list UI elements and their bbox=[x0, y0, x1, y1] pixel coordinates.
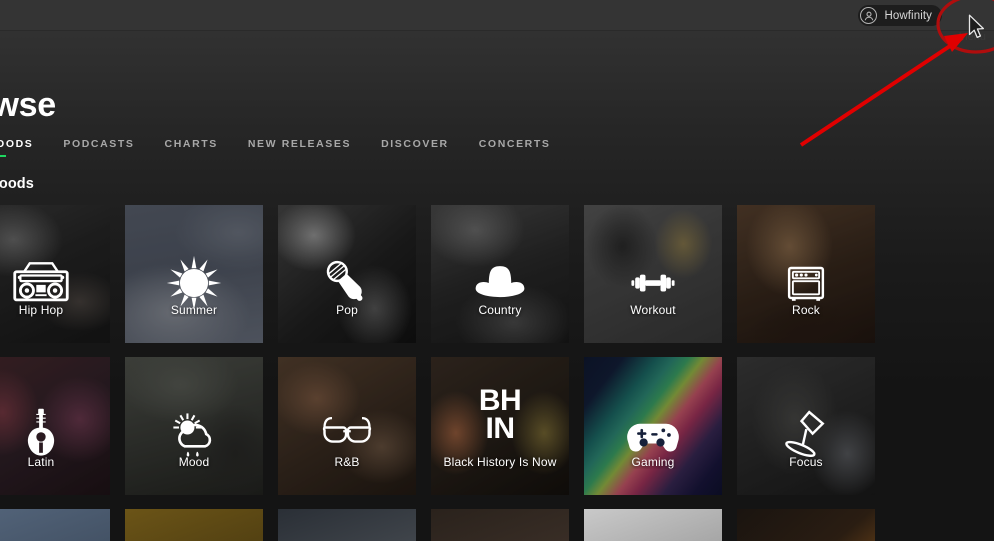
page-title: owse bbox=[0, 86, 56, 124]
nav-tab-moods[interactable]: & MOODS bbox=[0, 138, 51, 157]
genre-card-partial[interactable] bbox=[737, 509, 875, 541]
genre-card-partial[interactable] bbox=[125, 509, 263, 541]
genre-card-partial[interactable] bbox=[278, 509, 416, 541]
genre-card[interactable]: R&B bbox=[278, 357, 416, 495]
genre-card[interactable]: Country bbox=[431, 205, 569, 343]
user-name-label: Howfinity bbox=[884, 9, 932, 22]
mouse-cursor bbox=[968, 14, 986, 40]
genre-card[interactable]: Mood bbox=[125, 357, 263, 495]
browse-nav: & MOODS PODCASTS CHARTS NEW RELEASES DISCOVE… bbox=[0, 137, 580, 157]
genre-card[interactable]: BH IN Black History Is Now bbox=[431, 357, 569, 495]
genre-card-grid: Hip Hop Summer Pop Country Workout Rock Latin M… bbox=[0, 205, 875, 541]
nav-tab-new-releases[interactable]: NEW RELEASES bbox=[248, 138, 369, 157]
card-label: Workout bbox=[630, 303, 676, 317]
card-background-image bbox=[278, 509, 416, 541]
genre-card-partial[interactable] bbox=[0, 509, 110, 541]
genre-card-partial[interactable] bbox=[431, 509, 569, 541]
card-label: Summer bbox=[170, 303, 218, 317]
genre-card[interactable]: Workout bbox=[584, 205, 722, 343]
card-background-image bbox=[584, 509, 722, 541]
card-label: Rock bbox=[792, 303, 820, 317]
bhin-logo-line2: IN bbox=[485, 411, 516, 445]
nav-tab-charts[interactable]: CHARTS bbox=[165, 138, 236, 157]
genre-card[interactable]: Latin bbox=[0, 357, 110, 495]
card-label: Country bbox=[478, 303, 522, 317]
genre-card[interactable]: Hip Hop bbox=[0, 205, 110, 343]
card-label: Latin bbox=[27, 455, 55, 469]
genre-card[interactable]: Rock bbox=[737, 205, 875, 343]
user-circle-icon bbox=[860, 7, 878, 24]
card-background-image bbox=[0, 509, 110, 541]
card-label: Mood bbox=[178, 455, 210, 469]
genre-card-partial[interactable] bbox=[584, 509, 722, 541]
genre-card[interactable]: Gaming bbox=[584, 357, 722, 495]
window-topbar: Howfinity bbox=[0, 0, 994, 31]
browse-page: owse & MOODS PODCASTS CHARTS NEW RELEASES DI… bbox=[0, 0, 994, 541]
user-account-chip[interactable]: Howfinity bbox=[858, 5, 942, 26]
card-background-image bbox=[431, 509, 569, 541]
card-label: Pop bbox=[336, 303, 358, 317]
nav-tab-concerts[interactable]: CONCERTS bbox=[479, 138, 569, 157]
genre-card[interactable]: Summer bbox=[125, 205, 263, 343]
card-label: Gaming bbox=[631, 455, 675, 469]
app-window: owse & MOODS PODCASTS CHARTS NEW RELEASES DI… bbox=[0, 0, 994, 541]
genre-card[interactable]: Pop bbox=[278, 205, 416, 343]
genre-card[interactable]: Focus bbox=[737, 357, 875, 495]
card-background-image bbox=[125, 509, 263, 541]
bhin-logo-line1: BH bbox=[478, 384, 522, 417]
section-title: & Moods bbox=[0, 176, 34, 192]
card-label: Focus bbox=[789, 455, 823, 469]
card-label: R&B bbox=[334, 455, 360, 469]
nav-tab-podcasts[interactable]: PODCASTS bbox=[63, 138, 152, 157]
nav-tab-discover[interactable]: DISCOVER bbox=[381, 138, 467, 157]
card-label: Hip Hop bbox=[18, 303, 64, 317]
card-label: Black History Is Now bbox=[443, 455, 557, 469]
card-background-image bbox=[737, 509, 875, 541]
bhin-logo: BH IN bbox=[478, 384, 522, 445]
